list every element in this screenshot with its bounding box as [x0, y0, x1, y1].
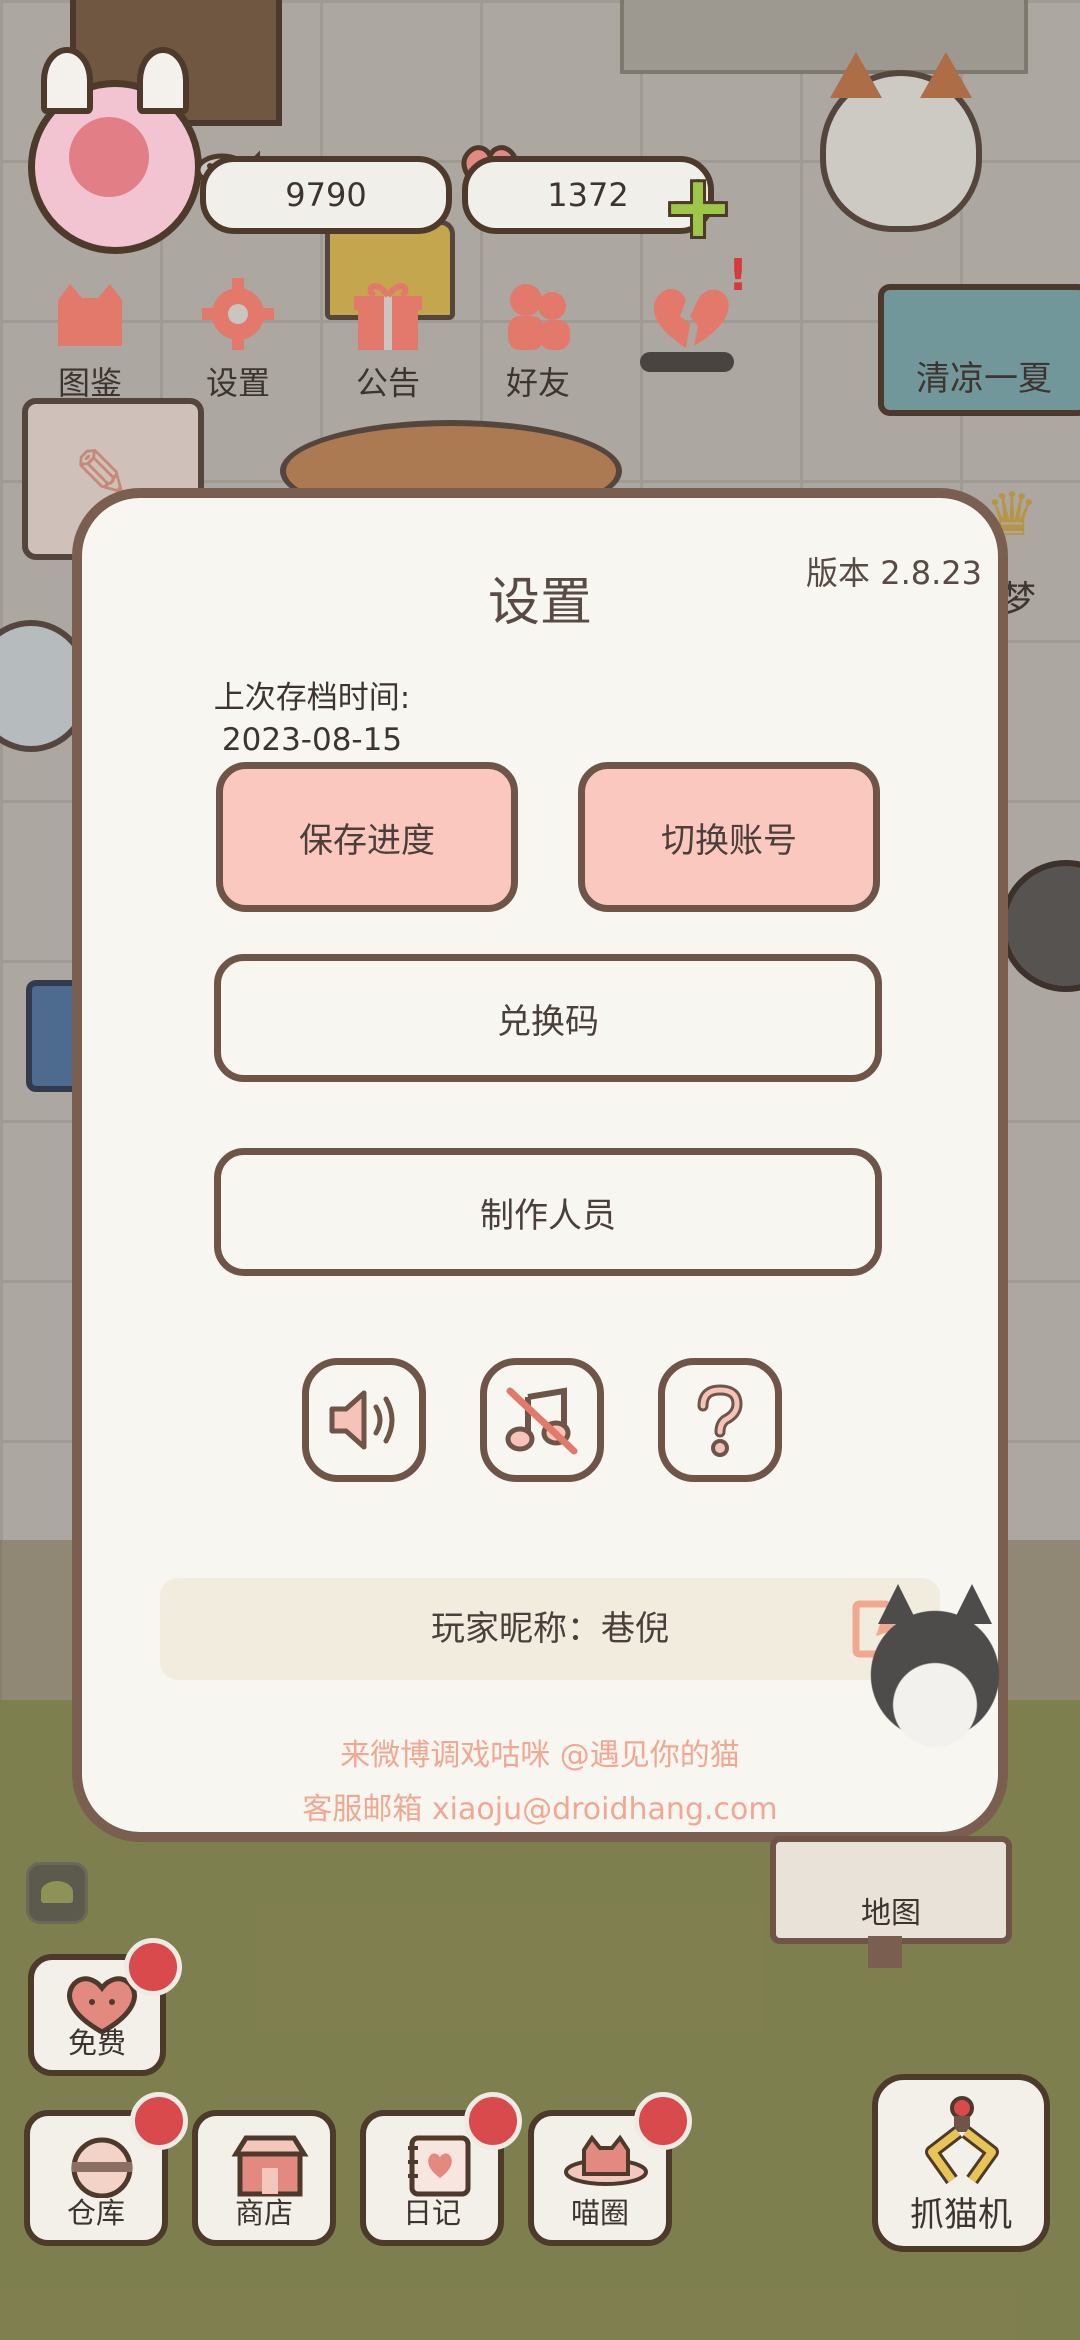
redeem-code-button[interactable]: 兑换码: [214, 954, 882, 1082]
gear-icon: [202, 278, 274, 350]
nav-announcement-label: 公告: [355, 364, 420, 402]
map-post: [868, 1936, 902, 1968]
nav-catalog-label: 图鉴: [57, 364, 122, 402]
credits-button[interactable]: 制作人员: [214, 1148, 882, 1276]
shop-icon: [231, 2135, 309, 2197]
nickname-bar[interactable]: 玩家昵称：巷倪: [160, 1578, 940, 1680]
heart-count: 1372: [547, 176, 629, 214]
diary-icon: [408, 2135, 471, 2197]
cat-circle-notification-dot: [634, 2092, 692, 2150]
claw-machine-label: 抓猫机: [910, 2195, 1012, 2235]
storage-bowl-icon: [71, 2137, 133, 2198]
nav-settings[interactable]: 设置: [178, 276, 298, 404]
nav-announcement[interactable]: 公告: [328, 276, 448, 404]
free-notification-dot: [124, 1938, 182, 1996]
free-label: 免费: [67, 2026, 126, 2060]
save-progress-button[interactable]: 保存进度: [216, 762, 518, 912]
alert-icon: !: [728, 250, 749, 301]
redeem-code-label: 兑换码: [497, 1001, 599, 1042]
music-muted-icon: [505, 1387, 578, 1455]
nav-friends[interactable]: 好友: [478, 276, 598, 404]
version-label: 版本 2.8.23: [806, 554, 982, 592]
cloud-button[interactable]: [26, 1862, 88, 1924]
music-toggle-button[interactable]: [480, 1358, 604, 1482]
credits-label: 制作人员: [480, 1195, 616, 1236]
claw-icon: [925, 2096, 999, 2185]
storage-label: 仓库: [66, 2196, 125, 2230]
last-save-label: 上次存档时间:: [213, 680, 411, 716]
nav-catalog[interactable]: 图鉴: [30, 276, 150, 404]
nav-settings-label: 设置: [205, 364, 270, 402]
map-label: 地图: [861, 1896, 921, 1931]
storage-notification-dot: [130, 2092, 188, 2150]
shop-button[interactable]: 商店: [192, 2110, 336, 2246]
settings-dialog: 设置 版本 2.8.23 上次存档时间: 2023-08-15 21:01 保存…: [72, 488, 1010, 1842]
diary-notification-dot: [464, 2092, 522, 2150]
help-button[interactable]: [658, 1358, 782, 1482]
gift-icon: [354, 283, 422, 350]
weibo-link[interactable]: 来微博调戏咕咪 @遇见你的猫: [82, 1730, 998, 1774]
speaker-icon: [329, 1390, 395, 1450]
nav-friends-label: 好友: [505, 364, 570, 402]
avatar-ear-right: [137, 47, 189, 114]
add-currency-button[interactable]: +: [662, 164, 734, 250]
cat-photo-decoration: [860, 1584, 1010, 1750]
friends-icon: [508, 284, 570, 350]
shop-label: 商店: [234, 2196, 293, 2230]
fish-count: 9790: [285, 176, 367, 214]
save-progress-label: 保存进度: [299, 820, 435, 861]
map-button[interactable]: 地图: [770, 1836, 1012, 1944]
fish-currency: 9790: [200, 156, 452, 234]
cat-book-icon: [58, 284, 122, 346]
switch-account-label: 切换账号: [661, 820, 797, 861]
player-avatar[interactable]: [28, 47, 202, 254]
cat-circle-label: 喵圈: [570, 2196, 629, 2230]
loading-indicator: [640, 352, 734, 372]
diary-label: 日记: [402, 2196, 461, 2230]
sound-toggle-button[interactable]: [302, 1358, 426, 1482]
avatar-ear-left: [41, 47, 93, 114]
switch-account-button[interactable]: 切换账号: [578, 762, 880, 912]
support-email[interactable]: 客服邮箱 xiaoju@droidhang.com: [82, 1784, 998, 1828]
question-icon: [697, 1384, 743, 1457]
claw-machine-button[interactable]: 抓猫机: [872, 2074, 1050, 2252]
planet-cat-icon: [564, 2134, 648, 2186]
nickname-text: 玩家昵称：巷倪: [431, 1609, 669, 1649]
